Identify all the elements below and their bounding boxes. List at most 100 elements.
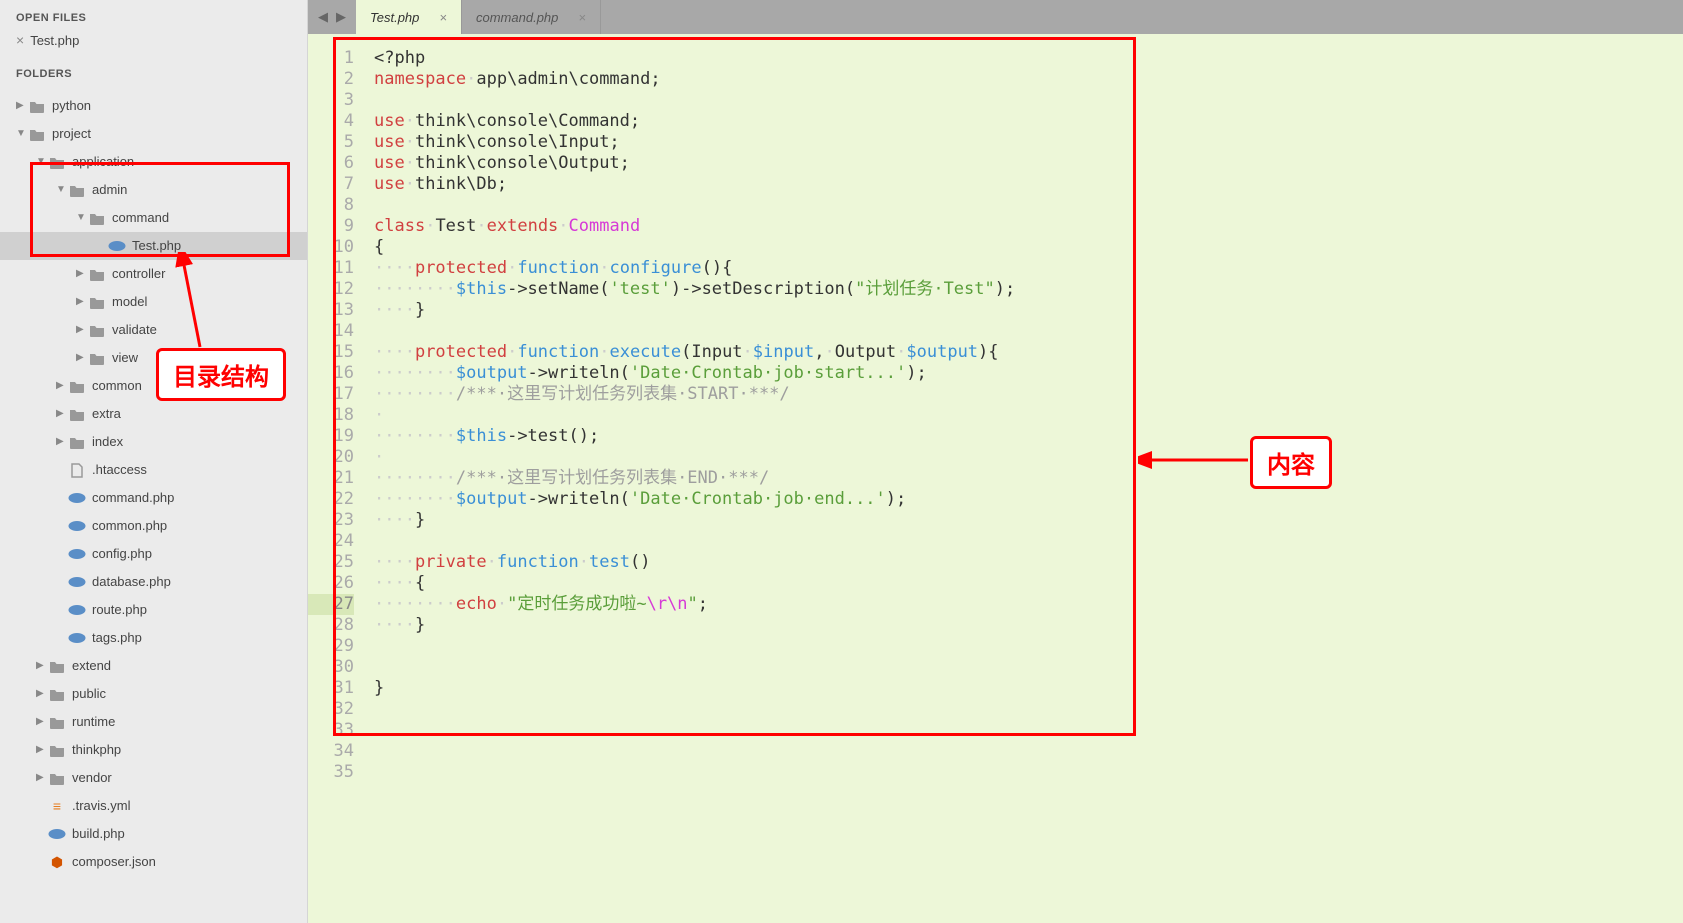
disclosure-arrow-icon[interactable]: ▶ (36, 654, 48, 678)
code-line[interactable]: { (374, 237, 1683, 258)
line-number[interactable]: 32 (308, 699, 354, 720)
tree-item-public[interactable]: ▶public (0, 680, 307, 708)
tree-item-command[interactable]: ▼command (0, 204, 307, 232)
code-line[interactable]: use·think\console\Command; (374, 111, 1683, 132)
close-icon[interactable]: × (578, 10, 586, 25)
line-number[interactable]: 31 (308, 678, 354, 699)
code-line[interactable]: ····protected·function·execute(Input·$in… (374, 342, 1683, 363)
tree-item-common[interactable]: ▶common (0, 372, 307, 400)
code-line[interactable] (374, 636, 1683, 657)
code-line[interactable] (374, 321, 1683, 342)
code-line[interactable]: ····} (374, 615, 1683, 636)
code-line[interactable] (374, 699, 1683, 720)
open-file-item[interactable]: ×Test.php (0, 28, 307, 52)
tree-item-python[interactable]: ▶python (0, 92, 307, 120)
code-line[interactable] (374, 531, 1683, 552)
code-line[interactable] (374, 720, 1683, 741)
line-number[interactable]: 11 (308, 258, 354, 279)
code-line[interactable]: ········/***·这里写计划任务列表集·END·***/ (374, 468, 1683, 489)
tree-item-controller[interactable]: ▶controller (0, 260, 307, 288)
disclosure-arrow-icon[interactable]: ▶ (76, 262, 88, 286)
code-line[interactable]: ········/***·这里写计划任务列表集·START·***/ (374, 384, 1683, 405)
tree-item-runtime[interactable]: ▶runtime (0, 708, 307, 736)
line-number[interactable]: 5 (308, 132, 354, 153)
tree-item-model[interactable]: ▶model (0, 288, 307, 316)
disclosure-arrow-icon[interactable]: ▶ (76, 290, 88, 314)
tree-item-Test-php[interactable]: Test.php (0, 232, 307, 260)
line-number[interactable]: 8 (308, 195, 354, 216)
tree-item-thinkphp[interactable]: ▶thinkphp (0, 736, 307, 764)
disclosure-arrow-icon[interactable]: ▼ (56, 178, 68, 202)
code-line[interactable] (374, 762, 1683, 783)
nav-forward-icon[interactable]: ▶ (336, 9, 346, 25)
code-line[interactable]: ········$this->test(); (374, 426, 1683, 447)
code-line[interactable] (374, 657, 1683, 678)
disclosure-arrow-icon[interactable]: ▶ (16, 94, 28, 118)
line-number[interactable]: 14 (308, 321, 354, 342)
code-line[interactable]: class·Test·extends·Command (374, 216, 1683, 237)
tree-item-extra[interactable]: ▶extra (0, 400, 307, 428)
code-line[interactable]: } (374, 678, 1683, 699)
line-number[interactable]: 6 (308, 153, 354, 174)
line-number[interactable]: 3 (308, 90, 354, 111)
code-line[interactable]: · (374, 447, 1683, 468)
code-line[interactable] (374, 741, 1683, 762)
tree-item-tags-php[interactable]: tags.php (0, 624, 307, 652)
line-number[interactable]: 29 (308, 636, 354, 657)
disclosure-arrow-icon[interactable]: ▶ (36, 682, 48, 706)
disclosure-arrow-icon[interactable]: ▶ (36, 738, 48, 762)
tree-item-admin[interactable]: ▼admin (0, 176, 307, 204)
close-icon[interactable]: × (16, 32, 24, 48)
line-number[interactable]: 15 (308, 342, 354, 363)
line-number[interactable]: 17 (308, 384, 354, 405)
line-number[interactable]: 7 (308, 174, 354, 195)
code-area[interactable]: 1234567891011121314151617181920212223242… (308, 34, 1683, 923)
tree-item-project[interactable]: ▼project (0, 120, 307, 148)
tree-item-application[interactable]: ▼application (0, 148, 307, 176)
tree-item-database-php[interactable]: database.php (0, 568, 307, 596)
line-number[interactable]: 2 (308, 69, 354, 90)
disclosure-arrow-icon[interactable]: ▼ (36, 150, 48, 174)
line-number[interactable]: 30 (308, 657, 354, 678)
tree-item--htaccess[interactable]: .htaccess (0, 456, 307, 484)
line-number[interactable]: 23 (308, 510, 354, 531)
tree-item-config-php[interactable]: config.php (0, 540, 307, 568)
close-icon[interactable]: × (439, 10, 447, 25)
code-line[interactable]: ····private·function·test() (374, 552, 1683, 573)
disclosure-arrow-icon[interactable]: ▶ (56, 374, 68, 398)
code-line[interactable]: · (374, 405, 1683, 426)
code-line[interactable]: ····protected·function·configure(){ (374, 258, 1683, 279)
line-number[interactable]: 24 (308, 531, 354, 552)
tree-item-vendor[interactable]: ▶vendor (0, 764, 307, 792)
code-line[interactable] (374, 195, 1683, 216)
line-number[interactable]: 28 (308, 615, 354, 636)
disclosure-arrow-icon[interactable]: ▼ (76, 206, 88, 230)
tree-item-index[interactable]: ▶index (0, 428, 307, 456)
line-number[interactable]: 9 (308, 216, 354, 237)
code-line[interactable]: ····} (374, 300, 1683, 321)
line-number[interactable]: 34 (308, 741, 354, 762)
disclosure-arrow-icon[interactable]: ▶ (56, 430, 68, 454)
code-line[interactable]: ········$output->writeln('Date·Crontab·j… (374, 363, 1683, 384)
disclosure-arrow-icon[interactable]: ▼ (16, 122, 28, 146)
code-content[interactable]: <?phpnamespace·app\admin\command;use·thi… (364, 34, 1683, 923)
tree-item-route-php[interactable]: route.php (0, 596, 307, 624)
disclosure-arrow-icon[interactable]: ▶ (76, 318, 88, 342)
tree-item-extend[interactable]: ▶extend (0, 652, 307, 680)
line-number[interactable]: 27 (308, 594, 354, 615)
line-number[interactable]: 20 (308, 447, 354, 468)
disclosure-arrow-icon[interactable]: ▶ (76, 346, 88, 370)
code-line[interactable]: use·think\Db; (374, 174, 1683, 195)
line-number[interactable]: 26 (308, 573, 354, 594)
code-line[interactable]: <?php (374, 48, 1683, 69)
line-number[interactable]: 10 (308, 237, 354, 258)
disclosure-arrow-icon[interactable]: ▶ (56, 402, 68, 426)
code-line[interactable] (374, 90, 1683, 111)
disclosure-arrow-icon[interactable]: ▶ (36, 710, 48, 734)
code-line[interactable]: ····{ (374, 573, 1683, 594)
line-number[interactable]: 19 (308, 426, 354, 447)
line-number[interactable]: 12 (308, 279, 354, 300)
code-line[interactable]: use·think\console\Output; (374, 153, 1683, 174)
line-number[interactable]: 18 (308, 405, 354, 426)
disclosure-arrow-icon[interactable]: ▶ (36, 766, 48, 790)
